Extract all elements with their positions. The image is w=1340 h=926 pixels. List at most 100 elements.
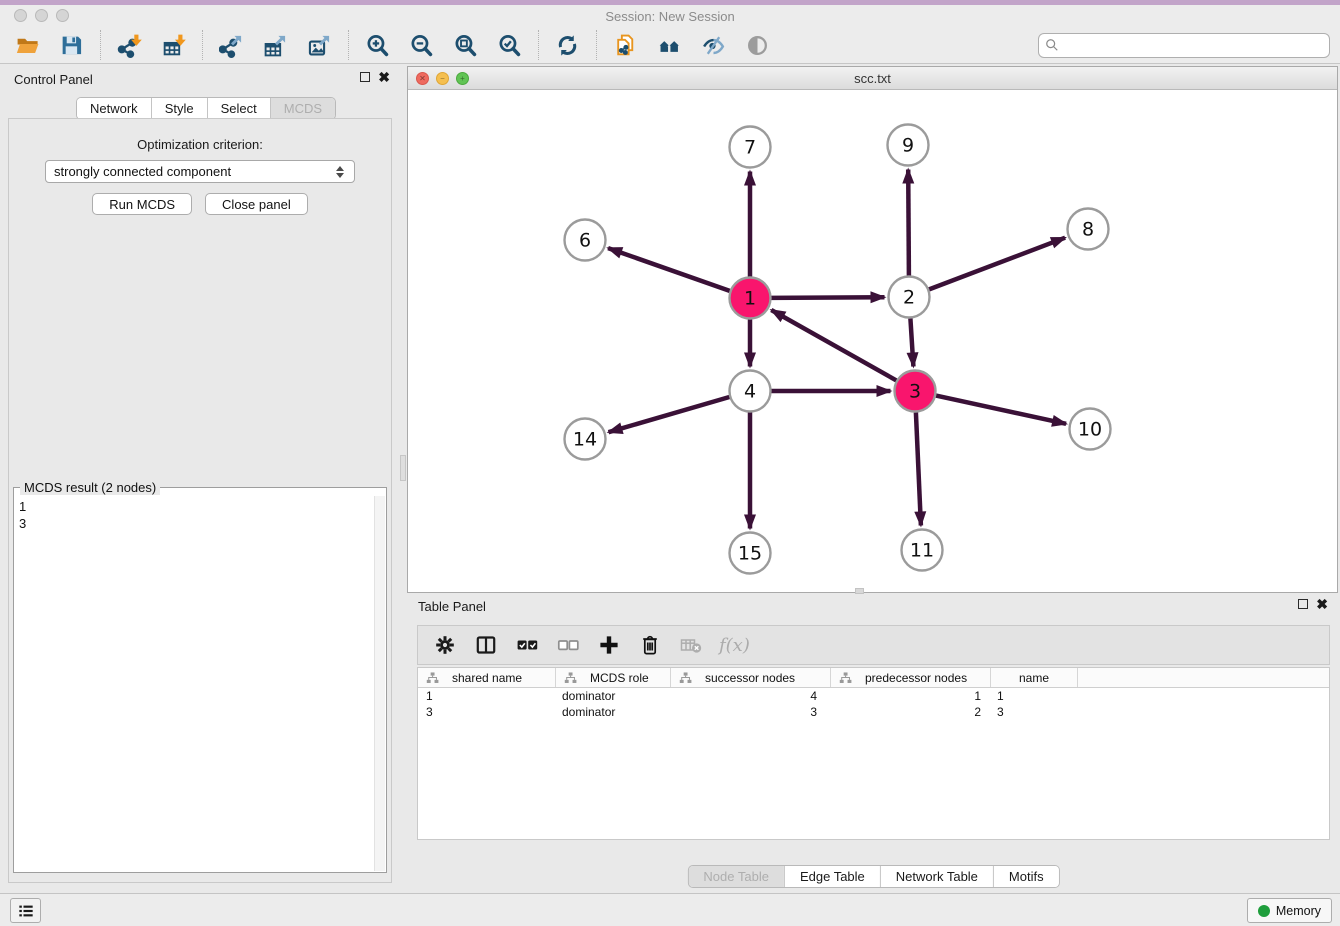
edge-2-3[interactable]: [910, 319, 913, 367]
export-image-button[interactable]: [306, 32, 333, 59]
home-button[interactable]: [656, 32, 683, 59]
cell-name[interactable]: 3: [991, 705, 1078, 719]
node-3-label: 3: [909, 381, 921, 403]
node-2-label: 2: [903, 287, 915, 309]
main-toolbar: [0, 27, 1340, 64]
mcds-tab-content: Optimization criterion: strongly connect…: [8, 118, 392, 883]
add-column-icon: [597, 633, 621, 657]
window-minimize-button[interactable]: [35, 9, 48, 22]
import-table-button[interactable]: [160, 32, 187, 59]
node-table: shared nameMCDS rolesuccessor nodesprede…: [417, 667, 1330, 840]
close-panel-button[interactable]: Close panel: [205, 193, 308, 215]
cell-predecessor-nodes[interactable]: 2: [831, 705, 991, 719]
hide-visibility-button[interactable]: [700, 32, 727, 59]
table-panel-header: Table Panel ✖: [407, 597, 1340, 619]
cell-successor-nodes[interactable]: 3: [671, 705, 831, 719]
edge-1-2[interactable]: [772, 297, 885, 298]
tab-select[interactable]: Select: [207, 98, 270, 119]
edge-4-14[interactable]: [609, 397, 730, 432]
node-table-body: 1dominator4113dominator323: [418, 688, 1329, 720]
edge-3-11[interactable]: [916, 413, 921, 526]
column-header-filler: [1078, 668, 1329, 687]
mcds-result-scrollbar[interactable]: [374, 496, 385, 871]
add-column-button[interactable]: [596, 632, 622, 658]
zoom-in-button[interactable]: [364, 32, 391, 59]
hide-columns-unchecked-button[interactable]: [555, 632, 581, 658]
control-panel-float-icon[interactable]: [360, 72, 370, 82]
edge-2-8[interactable]: [929, 238, 1065, 290]
zoom-fit-button[interactable]: [452, 32, 479, 59]
zoom-out-button[interactable]: [408, 32, 435, 59]
settings-gear-button[interactable]: [432, 632, 458, 658]
window-maximize-button[interactable]: [56, 9, 69, 22]
tab-network[interactable]: Network: [77, 98, 151, 119]
toggle-columns-button[interactable]: [473, 632, 499, 658]
tab-node-table[interactable]: Node Table: [688, 866, 784, 887]
run-mcds-button[interactable]: Run MCDS: [92, 193, 192, 215]
delete-column-button[interactable]: [637, 632, 663, 658]
control-panel-title: Control Panel: [14, 72, 93, 87]
control-panel-close-icon[interactable]: ✖: [378, 72, 390, 82]
table-panel-float-icon[interactable]: [1298, 599, 1308, 609]
column-header-name[interactable]: name: [991, 668, 1078, 687]
edge-1-6[interactable]: [608, 248, 730, 291]
tab-mcds[interactable]: MCDS: [270, 98, 335, 119]
export-image-icon: [307, 33, 332, 58]
node-6-label: 6: [579, 230, 591, 252]
node-7-label: 7: [744, 137, 756, 159]
tab-style[interactable]: Style: [151, 98, 207, 119]
export-table-button[interactable]: [262, 32, 289, 59]
function-builder-icon: f(x): [719, 635, 750, 656]
vertical-splitter-handle[interactable]: [400, 455, 406, 481]
main-toolbar-icons: [10, 27, 786, 63]
tab-network-table[interactable]: Network Table: [880, 866, 993, 887]
memory-button[interactable]: Memory: [1247, 898, 1332, 923]
search-box: [1038, 33, 1330, 58]
optimization-criterion-select[interactable]: strongly connected component: [45, 160, 355, 183]
cell-name[interactable]: 1: [991, 689, 1078, 703]
show-columns-checked-button[interactable]: [514, 632, 540, 658]
cell-shared-name[interactable]: 1: [418, 689, 556, 703]
search-icon: [1045, 38, 1059, 52]
column-header-successor-nodes[interactable]: successor nodes: [671, 668, 831, 687]
window-title: Session: New Session: [0, 9, 1340, 24]
export-network-button[interactable]: [218, 32, 245, 59]
zoom-selected-button[interactable]: [496, 32, 523, 59]
panel-menu-button[interactable]: [10, 898, 41, 923]
table-panel-tabs: Node TableEdge TableNetwork TableMotifs: [687, 865, 1059, 888]
horizontal-splitter-handle[interactable]: [855, 588, 864, 594]
cell-predecessor-nodes[interactable]: 1: [831, 689, 991, 703]
cell-shared-name[interactable]: 3: [418, 705, 556, 719]
column-header-predecessor-nodes[interactable]: predecessor nodes: [831, 668, 991, 687]
network-window-titlebar: ✕ − + scc.txt: [408, 67, 1337, 90]
status-bar: Memory: [0, 893, 1340, 926]
node-10-label: 10: [1078, 419, 1102, 441]
edge-2-9[interactable]: [908, 170, 909, 276]
export-network-icon: [219, 33, 244, 58]
import-network-button[interactable]: [116, 32, 143, 59]
node-table-header-row: shared nameMCDS rolesuccessor nodesprede…: [418, 668, 1329, 688]
network-canvas[interactable]: 7968124314101511: [408, 90, 1337, 592]
network-window-title: scc.txt: [408, 71, 1337, 86]
settings-gear-icon: [433, 633, 457, 657]
column-header-MCDS-role[interactable]: MCDS role: [556, 668, 671, 687]
cell-MCDS-role[interactable]: dominator: [556, 689, 671, 703]
node-9-label: 9: [902, 135, 914, 157]
save-session-button[interactable]: [58, 32, 85, 59]
cell-MCDS-role[interactable]: dominator: [556, 705, 671, 719]
edge-3-10[interactable]: [936, 396, 1066, 424]
refresh-button[interactable]: [554, 32, 581, 59]
cell-successor-nodes[interactable]: 4: [671, 689, 831, 703]
window-close-button[interactable]: [14, 9, 27, 22]
edge-3-1[interactable]: [771, 310, 896, 380]
open-file-button[interactable]: [14, 32, 41, 59]
mcds-result-list[interactable]: 13: [15, 496, 373, 871]
tab-edge-table[interactable]: Edge Table: [784, 866, 880, 887]
table-row[interactable]: 1dominator411: [418, 688, 1329, 704]
duplicate-network-button[interactable]: [612, 32, 639, 59]
table-row[interactable]: 3dominator323: [418, 704, 1329, 720]
table-panel-close-icon[interactable]: ✖: [1316, 599, 1328, 609]
column-header-shared-name[interactable]: shared name: [418, 668, 556, 687]
tab-motifs[interactable]: Motifs: [993, 866, 1059, 887]
search-input[interactable]: [1063, 38, 1323, 52]
